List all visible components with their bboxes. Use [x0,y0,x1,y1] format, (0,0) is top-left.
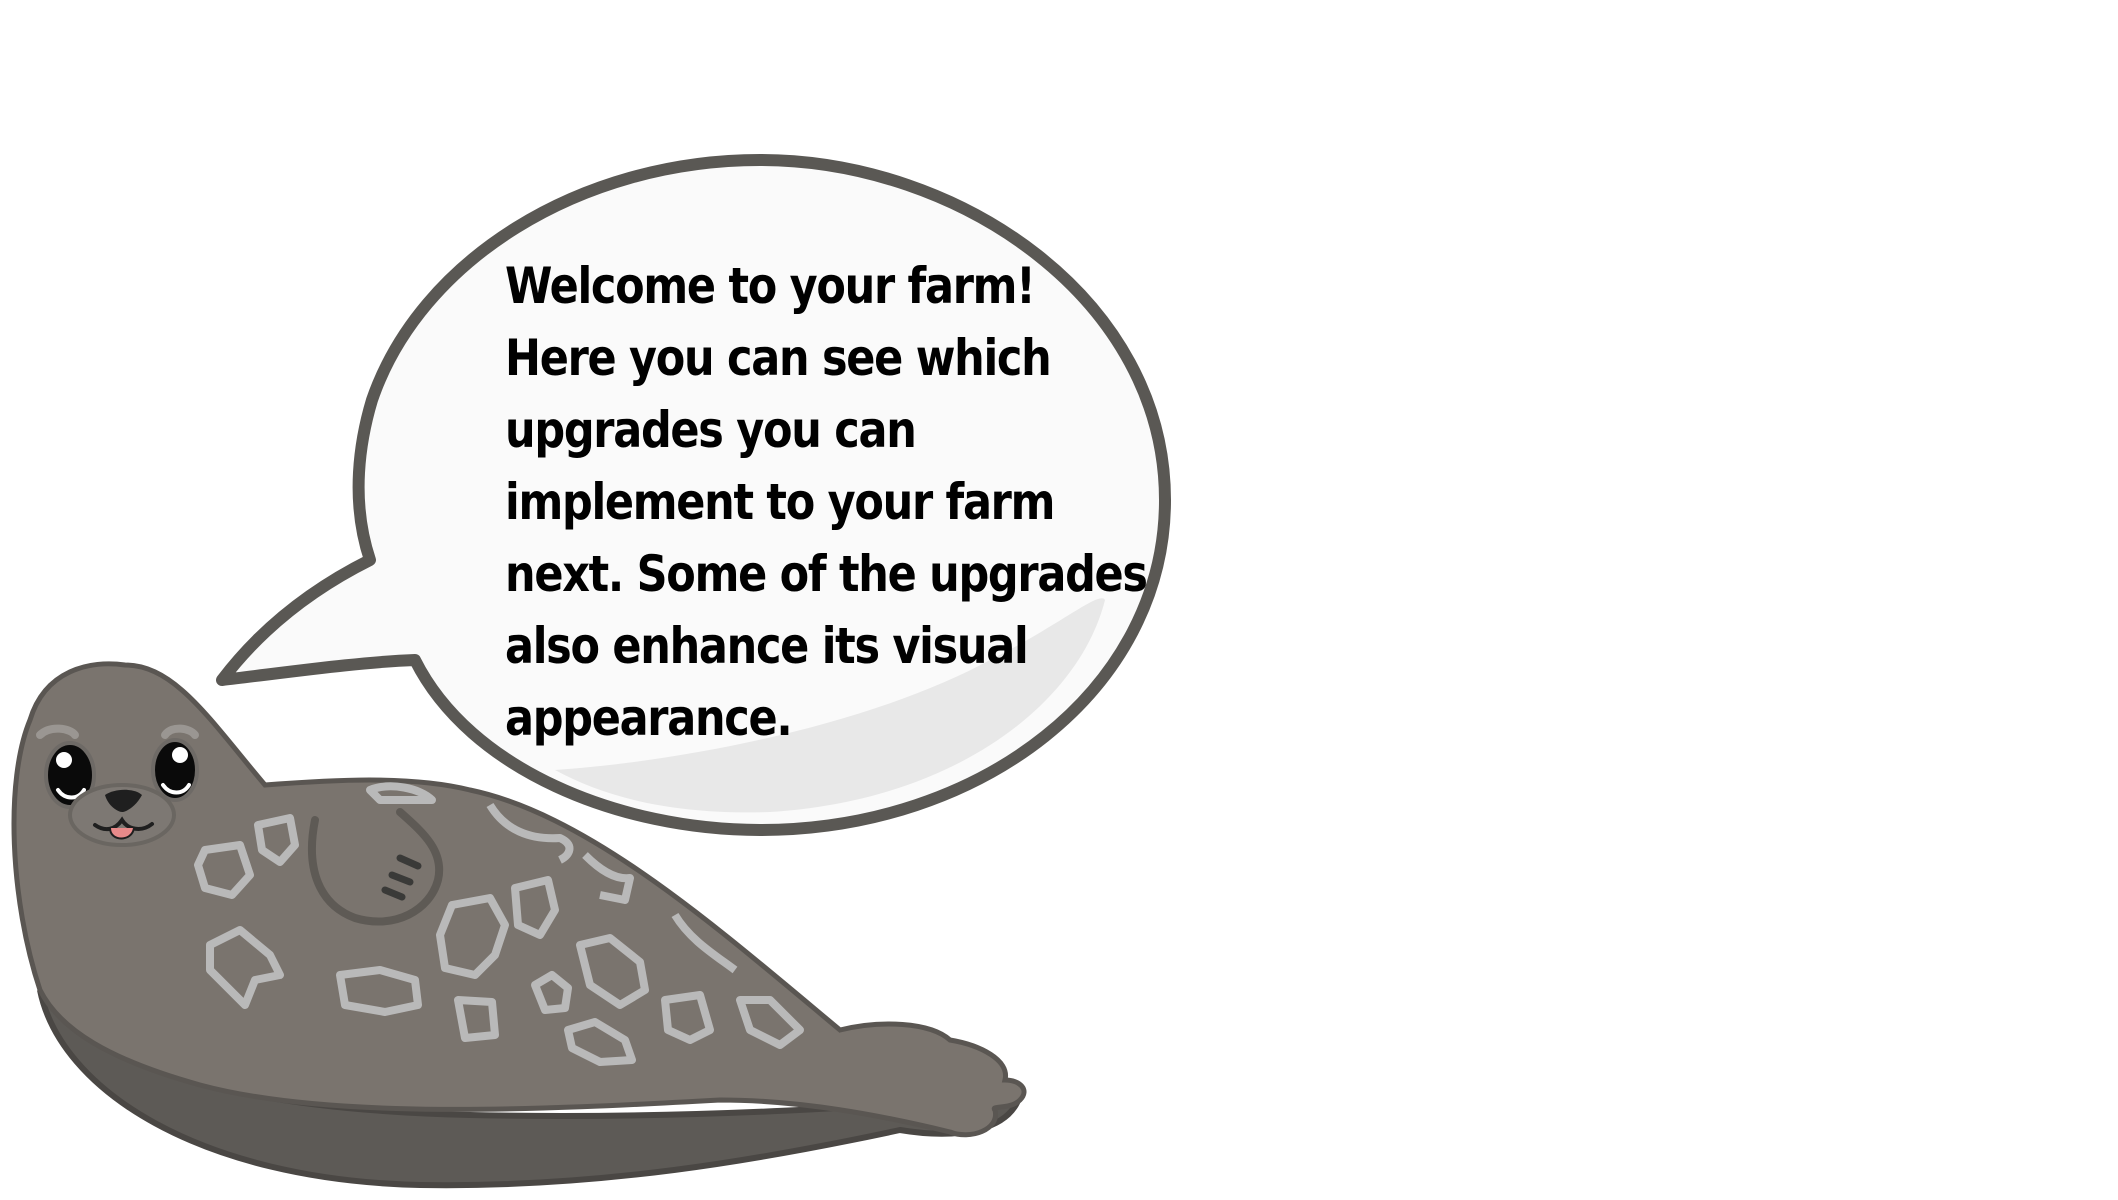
speech-bubble-text: Welcome to your farm! Here you can see w… [505,250,1148,754]
dialog-line: upgrades you can [505,401,917,459]
tutorial-screen: Welcome to your farm! Here you can see w… [0,0,2118,1200]
dialog-line: Welcome to your farm! [505,257,1036,315]
dialog-line: also enhance its visual [505,617,1029,675]
dialog-line: implement to your farm [505,473,1055,531]
dialog-line: appearance. [505,689,793,747]
dialog-line: next. Some of the upgrades [505,545,1148,603]
dialog-line: Here you can see which [505,329,1052,387]
